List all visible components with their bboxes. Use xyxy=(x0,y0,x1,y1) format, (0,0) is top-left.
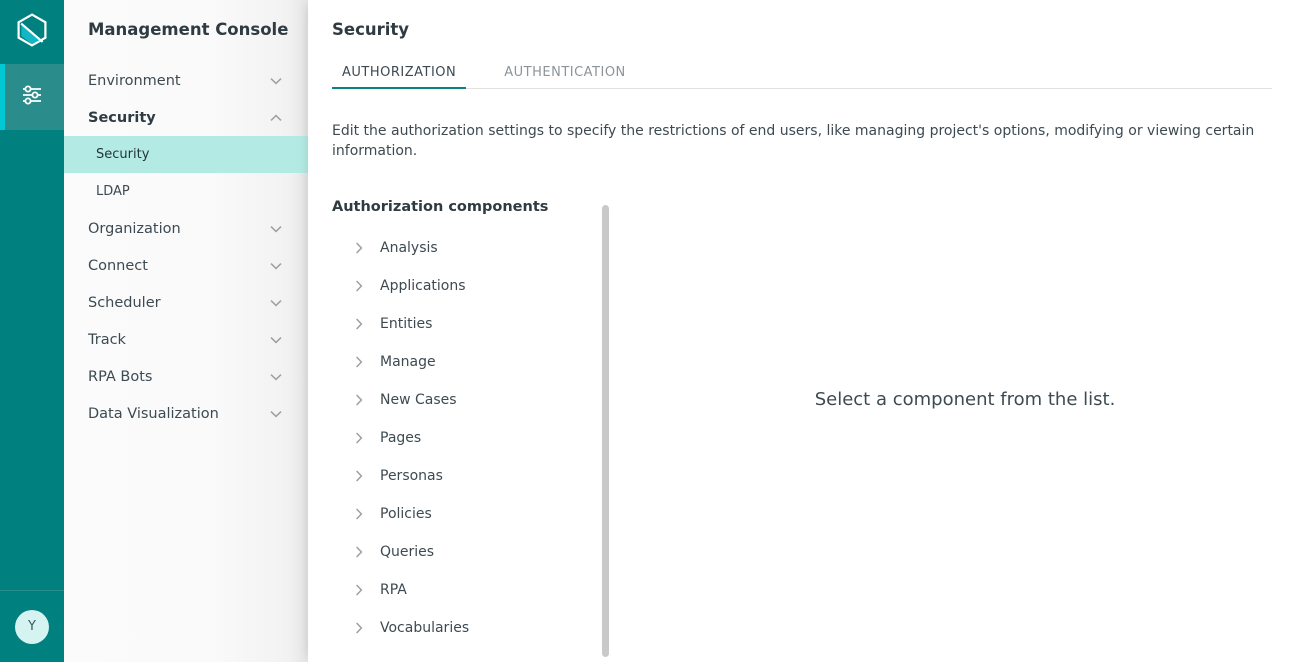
sidebar-title: Management Console xyxy=(88,20,289,39)
tab-label: AUTHENTICATION xyxy=(504,65,626,80)
sidebar: Management Console Environment Security … xyxy=(64,0,308,662)
component-item-label: Personas xyxy=(380,468,443,484)
authorization-components-panel: Authorization components Analysis Applic… xyxy=(308,199,633,662)
component-item-label: Policies xyxy=(380,506,432,522)
component-item-vocabularies[interactable]: Vocabularies xyxy=(332,609,633,647)
sidebar-nav-list: Environment Security Security LDAP Organ… xyxy=(64,62,308,432)
avatar-initial: Y xyxy=(28,619,36,634)
chevron-down-icon xyxy=(270,371,282,383)
sidebar-item-label: Security xyxy=(88,109,156,126)
component-detail-pane: Select a component from the list. xyxy=(633,199,1297,662)
sidebar-subitem-label: Security xyxy=(96,147,150,162)
sidebar-item-label: Track xyxy=(88,331,126,348)
component-item-label: Queries xyxy=(380,544,435,560)
sidebar-item-connect[interactable]: Connect xyxy=(64,247,308,284)
tab-authorization[interactable]: AUTHORIZATION xyxy=(332,65,467,89)
chevron-down-icon xyxy=(270,408,282,420)
sidebar-subitem-security[interactable]: Security xyxy=(64,136,308,173)
sidebar-subitem-ldap[interactable]: LDAP xyxy=(64,173,308,210)
settings-rail-item[interactable] xyxy=(0,64,64,130)
sidebar-item-label: Scheduler xyxy=(88,294,161,311)
component-item-analysis[interactable]: Analysis xyxy=(332,229,633,267)
tab-authentication[interactable]: AUTHENTICATION xyxy=(494,65,636,89)
sidebar-item-rpa-bots[interactable]: RPA Bots xyxy=(64,358,308,395)
sidebar-item-label: Environment xyxy=(88,72,181,89)
component-item-pages[interactable]: Pages xyxy=(332,419,633,457)
component-item-entities[interactable]: Entities xyxy=(332,305,633,343)
chevron-right-icon xyxy=(352,583,366,597)
component-item-label: Vocabularies xyxy=(380,620,470,636)
sidebar-item-organization[interactable]: Organization xyxy=(64,210,308,247)
chevron-right-icon xyxy=(352,355,366,369)
component-item-new-cases[interactable]: New Cases xyxy=(332,381,633,419)
sidebar-item-environment[interactable]: Environment xyxy=(64,62,308,99)
component-item-label: Analysis xyxy=(380,240,438,256)
chevron-right-icon xyxy=(352,469,366,483)
sidebar-item-label: Data Visualization xyxy=(88,405,219,422)
chevron-down-icon xyxy=(270,334,282,346)
component-item-rpa[interactable]: RPA xyxy=(332,571,633,609)
icon-rail: Y xyxy=(0,0,64,662)
chevron-down-icon xyxy=(270,223,282,235)
sidebar-item-data-visualization[interactable]: Data Visualization xyxy=(64,395,308,432)
components-panel-title: Authorization components xyxy=(332,199,549,215)
component-item-label: New Cases xyxy=(380,392,457,408)
app-root: Y Management Console Environment Securit… xyxy=(0,0,1297,662)
avatar[interactable]: Y xyxy=(15,609,49,644)
sidebar-item-label: RPA Bots xyxy=(88,368,153,385)
sidebar-item-scheduler[interactable]: Scheduler xyxy=(64,284,308,321)
hexagon-logo-icon xyxy=(16,13,48,51)
chevron-right-icon xyxy=(352,621,366,635)
authorization-description: Edit the authorization settings to speci… xyxy=(332,123,1255,159)
chevron-right-icon xyxy=(352,545,366,559)
page-title: Security xyxy=(332,20,410,39)
components-list: Analysis Applications Entities Manage Ne… xyxy=(332,229,633,647)
sidebar-item-label: Organization xyxy=(88,220,181,237)
components-scrollbar-thumb[interactable] xyxy=(602,205,609,657)
tab-label: AUTHORIZATION xyxy=(342,65,457,80)
app-logo[interactable] xyxy=(0,0,64,64)
chevron-right-icon xyxy=(352,279,366,293)
component-item-label: Manage xyxy=(380,354,436,370)
sidebar-item-security[interactable]: Security xyxy=(64,99,308,136)
chevron-right-icon xyxy=(352,431,366,445)
sidebar-item-track[interactable]: Track xyxy=(64,321,308,358)
sidebar-item-label: Connect xyxy=(88,257,148,274)
empty-state-message: Select a component from the list. xyxy=(814,389,1116,410)
component-item-label: Entities xyxy=(380,316,433,332)
sidebar-subitem-label: LDAP xyxy=(96,184,130,199)
component-item-applications[interactable]: Applications xyxy=(332,267,633,305)
authorization-body: Authorization components Analysis Applic… xyxy=(308,199,1297,662)
component-item-personas[interactable]: Personas xyxy=(332,457,633,495)
sliders-settings-icon xyxy=(19,82,45,112)
chevron-down-icon xyxy=(270,75,282,87)
tab-bar: AUTHORIZATION AUTHENTICATION xyxy=(308,57,1297,89)
component-item-label: RPA xyxy=(380,582,407,598)
chevron-up-icon xyxy=(270,112,282,124)
rail-footer: Y xyxy=(0,590,64,662)
chevron-down-icon xyxy=(270,260,282,272)
chevron-right-icon xyxy=(352,393,366,407)
chevron-right-icon xyxy=(352,241,366,255)
component-item-policies[interactable]: Policies xyxy=(332,495,633,533)
component-item-label: Applications xyxy=(380,278,466,294)
components-scrollbar[interactable] xyxy=(602,205,609,662)
component-item-label: Pages xyxy=(380,430,422,446)
component-item-queries[interactable]: Queries xyxy=(332,533,633,571)
main-content: Security AUTHORIZATION AUTHENTICATION Ed… xyxy=(308,0,1297,662)
chevron-down-icon xyxy=(270,297,282,309)
chevron-right-icon xyxy=(352,507,366,521)
chevron-right-icon xyxy=(352,317,366,331)
component-item-manage[interactable]: Manage xyxy=(332,343,633,381)
